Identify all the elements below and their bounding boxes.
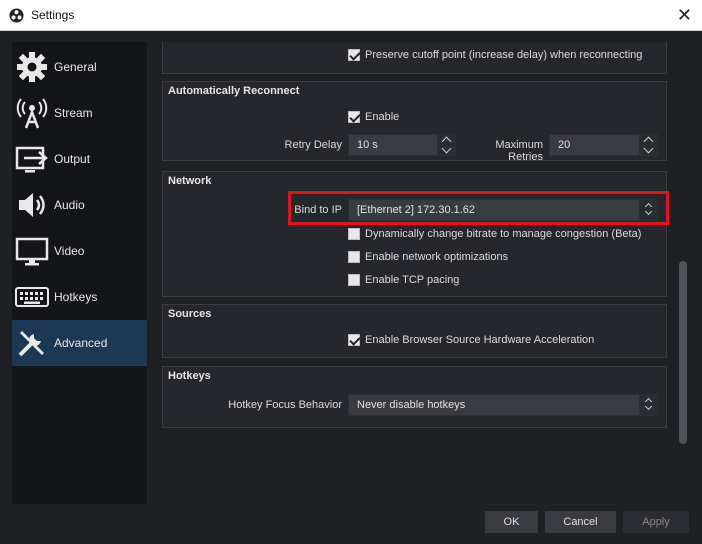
sidebar-item-label: Video <box>54 244 85 258</box>
group-automatically-reconnect: Automatically Reconnect Enable Retry Del… <box>162 81 667 163</box>
sidebar-item-stream[interactable]: Stream <box>12 90 147 136</box>
preserve-cutoff-checkbox-row[interactable]: Preserve cutoff point (increase delay) w… <box>348 49 642 61</box>
sidebar-item-label: Advanced <box>54 336 108 350</box>
hotkey-focus-value: Never disable hotkeys <box>357 399 466 411</box>
sidebar-item-label: Audio <box>54 198 85 212</box>
retry-delay-label: Retry Delay <box>284 139 342 151</box>
speaker-icon <box>19 193 45 217</box>
bind-to-ip-label: Bind to IP <box>294 204 342 216</box>
sidebar-item-label: Output <box>54 152 91 166</box>
monitor-icon <box>15 237 49 266</box>
chevron-down-icon <box>644 207 653 216</box>
max-retries-value: 20 <box>558 139 571 151</box>
group-sources: Sources Enable Browser Source Hardware A… <box>162 304 667 358</box>
advanced-settings-panel: Preserve cutoff point (increase delay) w… <box>162 42 692 504</box>
obs-logo-icon <box>9 8 24 23</box>
arrow-down-icon <box>441 143 452 154</box>
group-network: Network Bind to IP [Ethernet 2] 172.30.1… <box>162 171 667 297</box>
keyboard-icon <box>15 287 49 307</box>
retry-delay-value: 10 s <box>357 139 378 151</box>
group-stream-delay: Preserve cutoff point (increase delay) w… <box>162 42 667 74</box>
preserve-cutoff-label: Preserve cutoff point (increase delay) w… <box>365 49 643 61</box>
tcp-pacing-checkbox[interactable] <box>348 274 360 286</box>
hotkey-focus-label: Hotkey Focus Behavior <box>228 399 342 411</box>
reconnect-enable-row[interactable]: Enable <box>348 111 399 123</box>
ok-button[interactable]: OK <box>485 511 538 533</box>
retry-delay-spinbox[interactable]: 10 s <box>348 134 456 156</box>
apply-button[interactable]: Apply <box>623 511 689 533</box>
bind-to-ip-value: [Ethernet 2] 172.30.1.62 <box>357 204 476 216</box>
cancel-button[interactable]: Cancel <box>545 511 616 533</box>
sidebar: General Stream Output Audio Video Hotkey… <box>12 42 147 504</box>
preserve-cutoff-checkbox[interactable] <box>348 49 360 61</box>
spin-arrows[interactable] <box>639 135 657 155</box>
sidebar-item-output[interactable]: Output <box>12 136 147 182</box>
dynamic-bitrate-row[interactable]: Dynamically change bitrate to manage con… <box>348 228 641 240</box>
tcp-pacing-label: Enable TCP pacing <box>365 274 460 286</box>
close-icon[interactable]: ✕ <box>677 5 692 26</box>
sidebar-item-video[interactable]: Video <box>12 228 147 274</box>
dynamic-bitrate-checkbox[interactable] <box>348 228 360 240</box>
network-optimizations-checkbox[interactable] <box>348 251 360 263</box>
reconnect-enable-label: Enable <box>365 111 400 123</box>
select-arrows <box>639 395 657 415</box>
browser-hw-accel-label: Enable Browser Source Hardware Accelerat… <box>365 334 595 346</box>
max-retries-label: Maximum Retries <box>495 139 543 163</box>
sidebar-item-hotkeys[interactable]: Hotkeys <box>12 274 147 320</box>
reconnect-enable-checkbox[interactable] <box>348 111 360 123</box>
sidebar-item-audio[interactable]: Audio <box>12 182 147 228</box>
tcp-pacing-row[interactable]: Enable TCP pacing <box>348 274 459 286</box>
antenna-icon <box>16 98 48 129</box>
max-retries-spinbox[interactable]: 20 <box>549 134 658 156</box>
scrollbar-thumb[interactable] <box>679 261 687 444</box>
network-optimizations-label: Enable network optimizations <box>365 251 509 263</box>
tools-icon <box>18 331 44 357</box>
chevron-down-icon <box>644 402 653 411</box>
group-title: Network <box>168 175 212 187</box>
sidebar-item-label: Hotkeys <box>54 290 98 304</box>
arrow-down-icon <box>643 143 654 154</box>
hotkey-focus-select[interactable]: Never disable hotkeys <box>348 394 658 416</box>
gear-icon <box>17 52 47 82</box>
title-bar: Settings ✕ <box>0 0 702 31</box>
sidebar-item-label: Stream <box>54 106 93 120</box>
sidebar-item-general[interactable]: General <box>12 44 147 90</box>
group-hotkeys: Hotkeys Hotkey Focus Behavior Never disa… <box>162 366 667 428</box>
dynamic-bitrate-label: Dynamically change bitrate to manage con… <box>365 228 642 240</box>
group-title: Hotkeys <box>168 370 211 382</box>
select-arrows <box>639 200 657 220</box>
browser-hw-accel-row[interactable]: Enable Browser Source Hardware Accelerat… <box>348 334 594 346</box>
sidebar-item-advanced[interactable]: Advanced <box>12 320 147 366</box>
network-optimizations-row[interactable]: Enable network optimizations <box>348 251 508 263</box>
group-title: Automatically Reconnect <box>168 85 300 97</box>
output-icon <box>15 146 48 173</box>
group-title: Sources <box>168 308 212 320</box>
bind-to-ip-select[interactable]: [Ethernet 2] 172.30.1.62 <box>348 199 658 221</box>
sidebar-item-label: General <box>54 60 97 74</box>
browser-hw-accel-checkbox[interactable] <box>348 334 360 346</box>
window-title: Settings <box>31 8 75 22</box>
spin-arrows[interactable] <box>437 135 455 155</box>
